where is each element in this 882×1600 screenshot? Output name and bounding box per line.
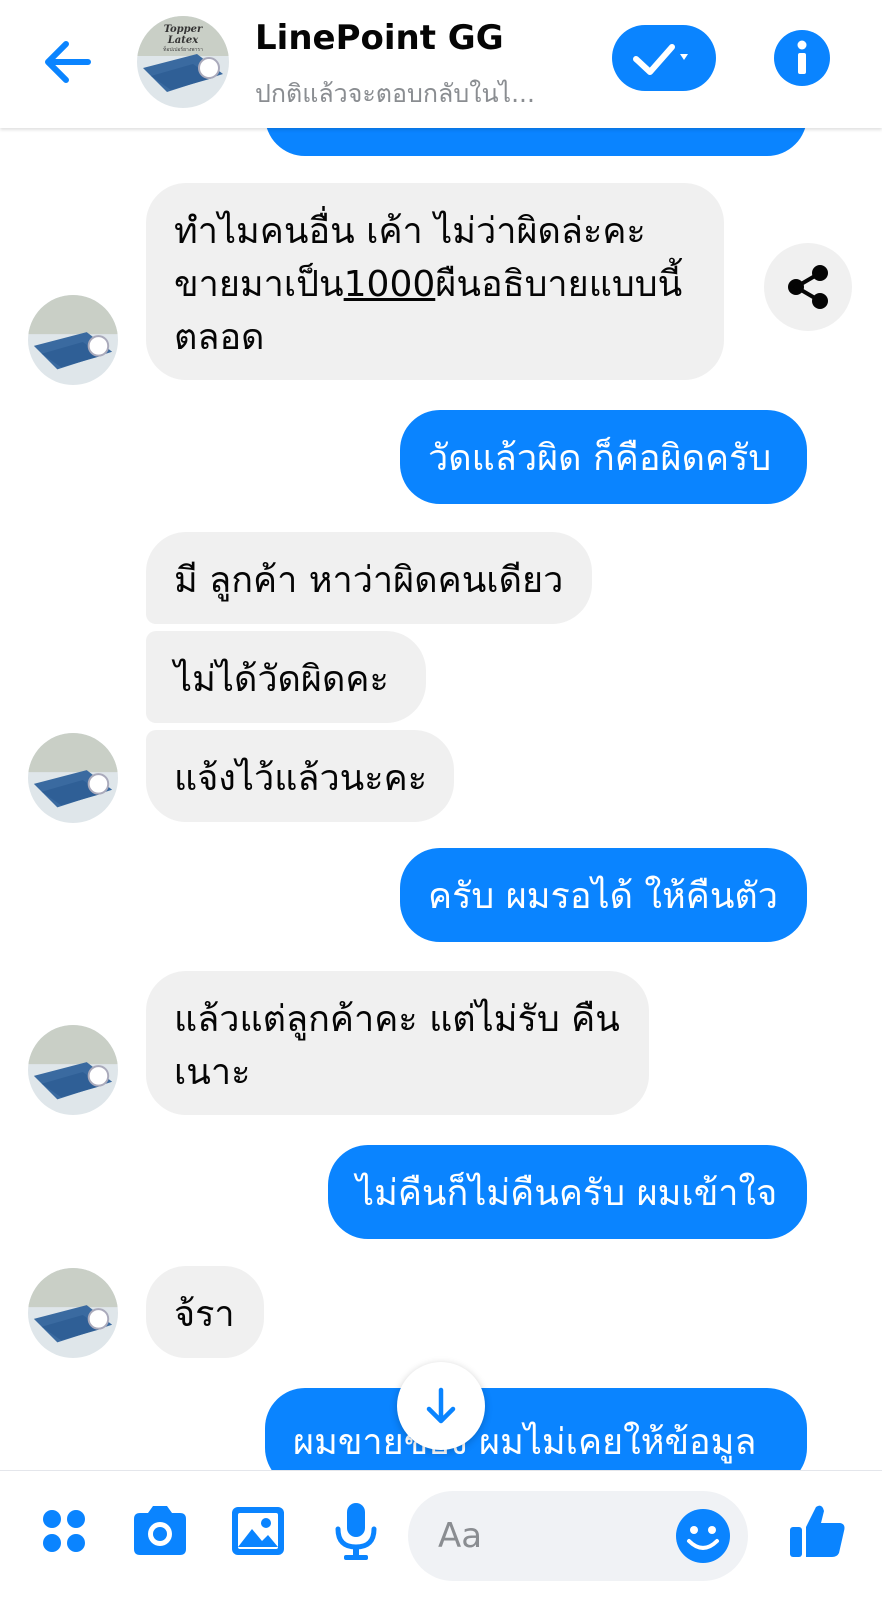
message-text-line: เนาะ [174,1052,251,1093]
contact-status: ปกติแล้วจะตอบกลับในไ... [255,79,535,108]
message-outgoing[interactable]: ผมขายของ ผมไม่เคยให้ข้อมูล [265,1388,807,1470]
message-text-line: ตลอด [174,317,265,358]
avatar-image: Topper Latex ท็อปเปอร์ยางพารา [137,16,229,108]
microphone-icon[interactable] [324,1499,388,1563]
avatar-text-2: Latex [167,35,199,46]
info-icon [797,40,807,74]
message-text-line: แล้วแต่ลูกค้าคะ แต่ไม่รับ คืน [174,999,620,1040]
apps-grid-icon[interactable] [32,1499,96,1563]
message-input[interactable] [438,1511,668,1561]
message-incoming[interactable]: มี ลูกค้า หาว่าผิดคนเดียว [146,532,592,624]
sender-avatar[interactable] [28,733,118,823]
avatar-image [28,1268,118,1358]
info-button[interactable] [774,30,830,86]
avatar-image [28,733,118,823]
contact-avatar[interactable]: Topper Latex ท็อปเปอร์ยางพารา [137,16,229,108]
camera-icon[interactable] [128,1499,192,1563]
avatar-text-3: ท็อปเปอร์ยางพารา [163,45,203,53]
message-outgoing[interactable] [265,128,807,156]
message-text: ขายมาเป็น [174,264,344,305]
message-outgoing[interactable]: ครับ ผมรอได้ ให้คืนตัว [400,848,807,942]
checkmark-dropdown-icon [633,44,688,75]
message-incoming[interactable]: แล้วแต่ลูกค้าคะ แต่ไม่รับ คืน เนาะ [146,971,649,1115]
sender-avatar[interactable] [28,1268,118,1358]
thumbs-up-icon[interactable] [786,1499,850,1563]
message-list[interactable]: ทำไมคนอื่น เค้า ไม่ว่าผิดล่ะคะ ขายมาเป็น… [0,128,882,1470]
contact-name[interactable]: LinePoint GG [255,18,504,58]
message-outgoing[interactable]: วัดแล้วผิด ก็คือผิดครับ [400,410,807,504]
message-text-line: ทำไมคนอื่น เค้า ไม่ว่าผิดล่ะคะ [174,211,646,252]
chat-header: Topper Latex ท็อปเปอร์ยางพารา LinePoint … [0,0,882,128]
share-button[interactable] [764,243,852,331]
scroll-to-bottom-button[interactable] [397,1362,485,1450]
avatar-image [28,1025,118,1115]
message-outgoing[interactable]: ไม่คืนก็ไม่คืนครับ ผมเข้าใจ [328,1145,807,1239]
mark-done-button[interactable] [612,25,716,91]
underlined-number[interactable]: 1000 [344,264,436,305]
message-composer[interactable] [408,1491,748,1581]
sender-avatar[interactable] [28,1025,118,1115]
emoji-icon[interactable] [672,1505,734,1567]
arrow-down-icon [426,1387,456,1424]
message-incoming[interactable]: จ้รา [146,1266,264,1358]
avatar-image [28,295,118,385]
image-icon[interactable] [226,1499,290,1563]
message-text-line: ขายมาเป็น1000ผืนอธิบายแบบนี้ [174,258,696,311]
message-text: ผืนอธิบายแบบนี้ [435,264,683,305]
avatar-text-1: Topper [164,24,203,35]
sender-avatar[interactable] [28,295,118,385]
message-incoming[interactable]: ทำไมคนอื่น เค้า ไม่ว่าผิดล่ะคะ ขายมาเป็น… [146,183,724,380]
back-arrow-icon[interactable] [36,30,100,94]
message-incoming[interactable]: แจ้งไว้แล้วนะคะ [146,730,454,822]
composer-bar [0,1470,882,1600]
share-icon [788,265,828,309]
message-incoming[interactable]: ไม่ได้วัดผิดคะ [146,631,426,723]
